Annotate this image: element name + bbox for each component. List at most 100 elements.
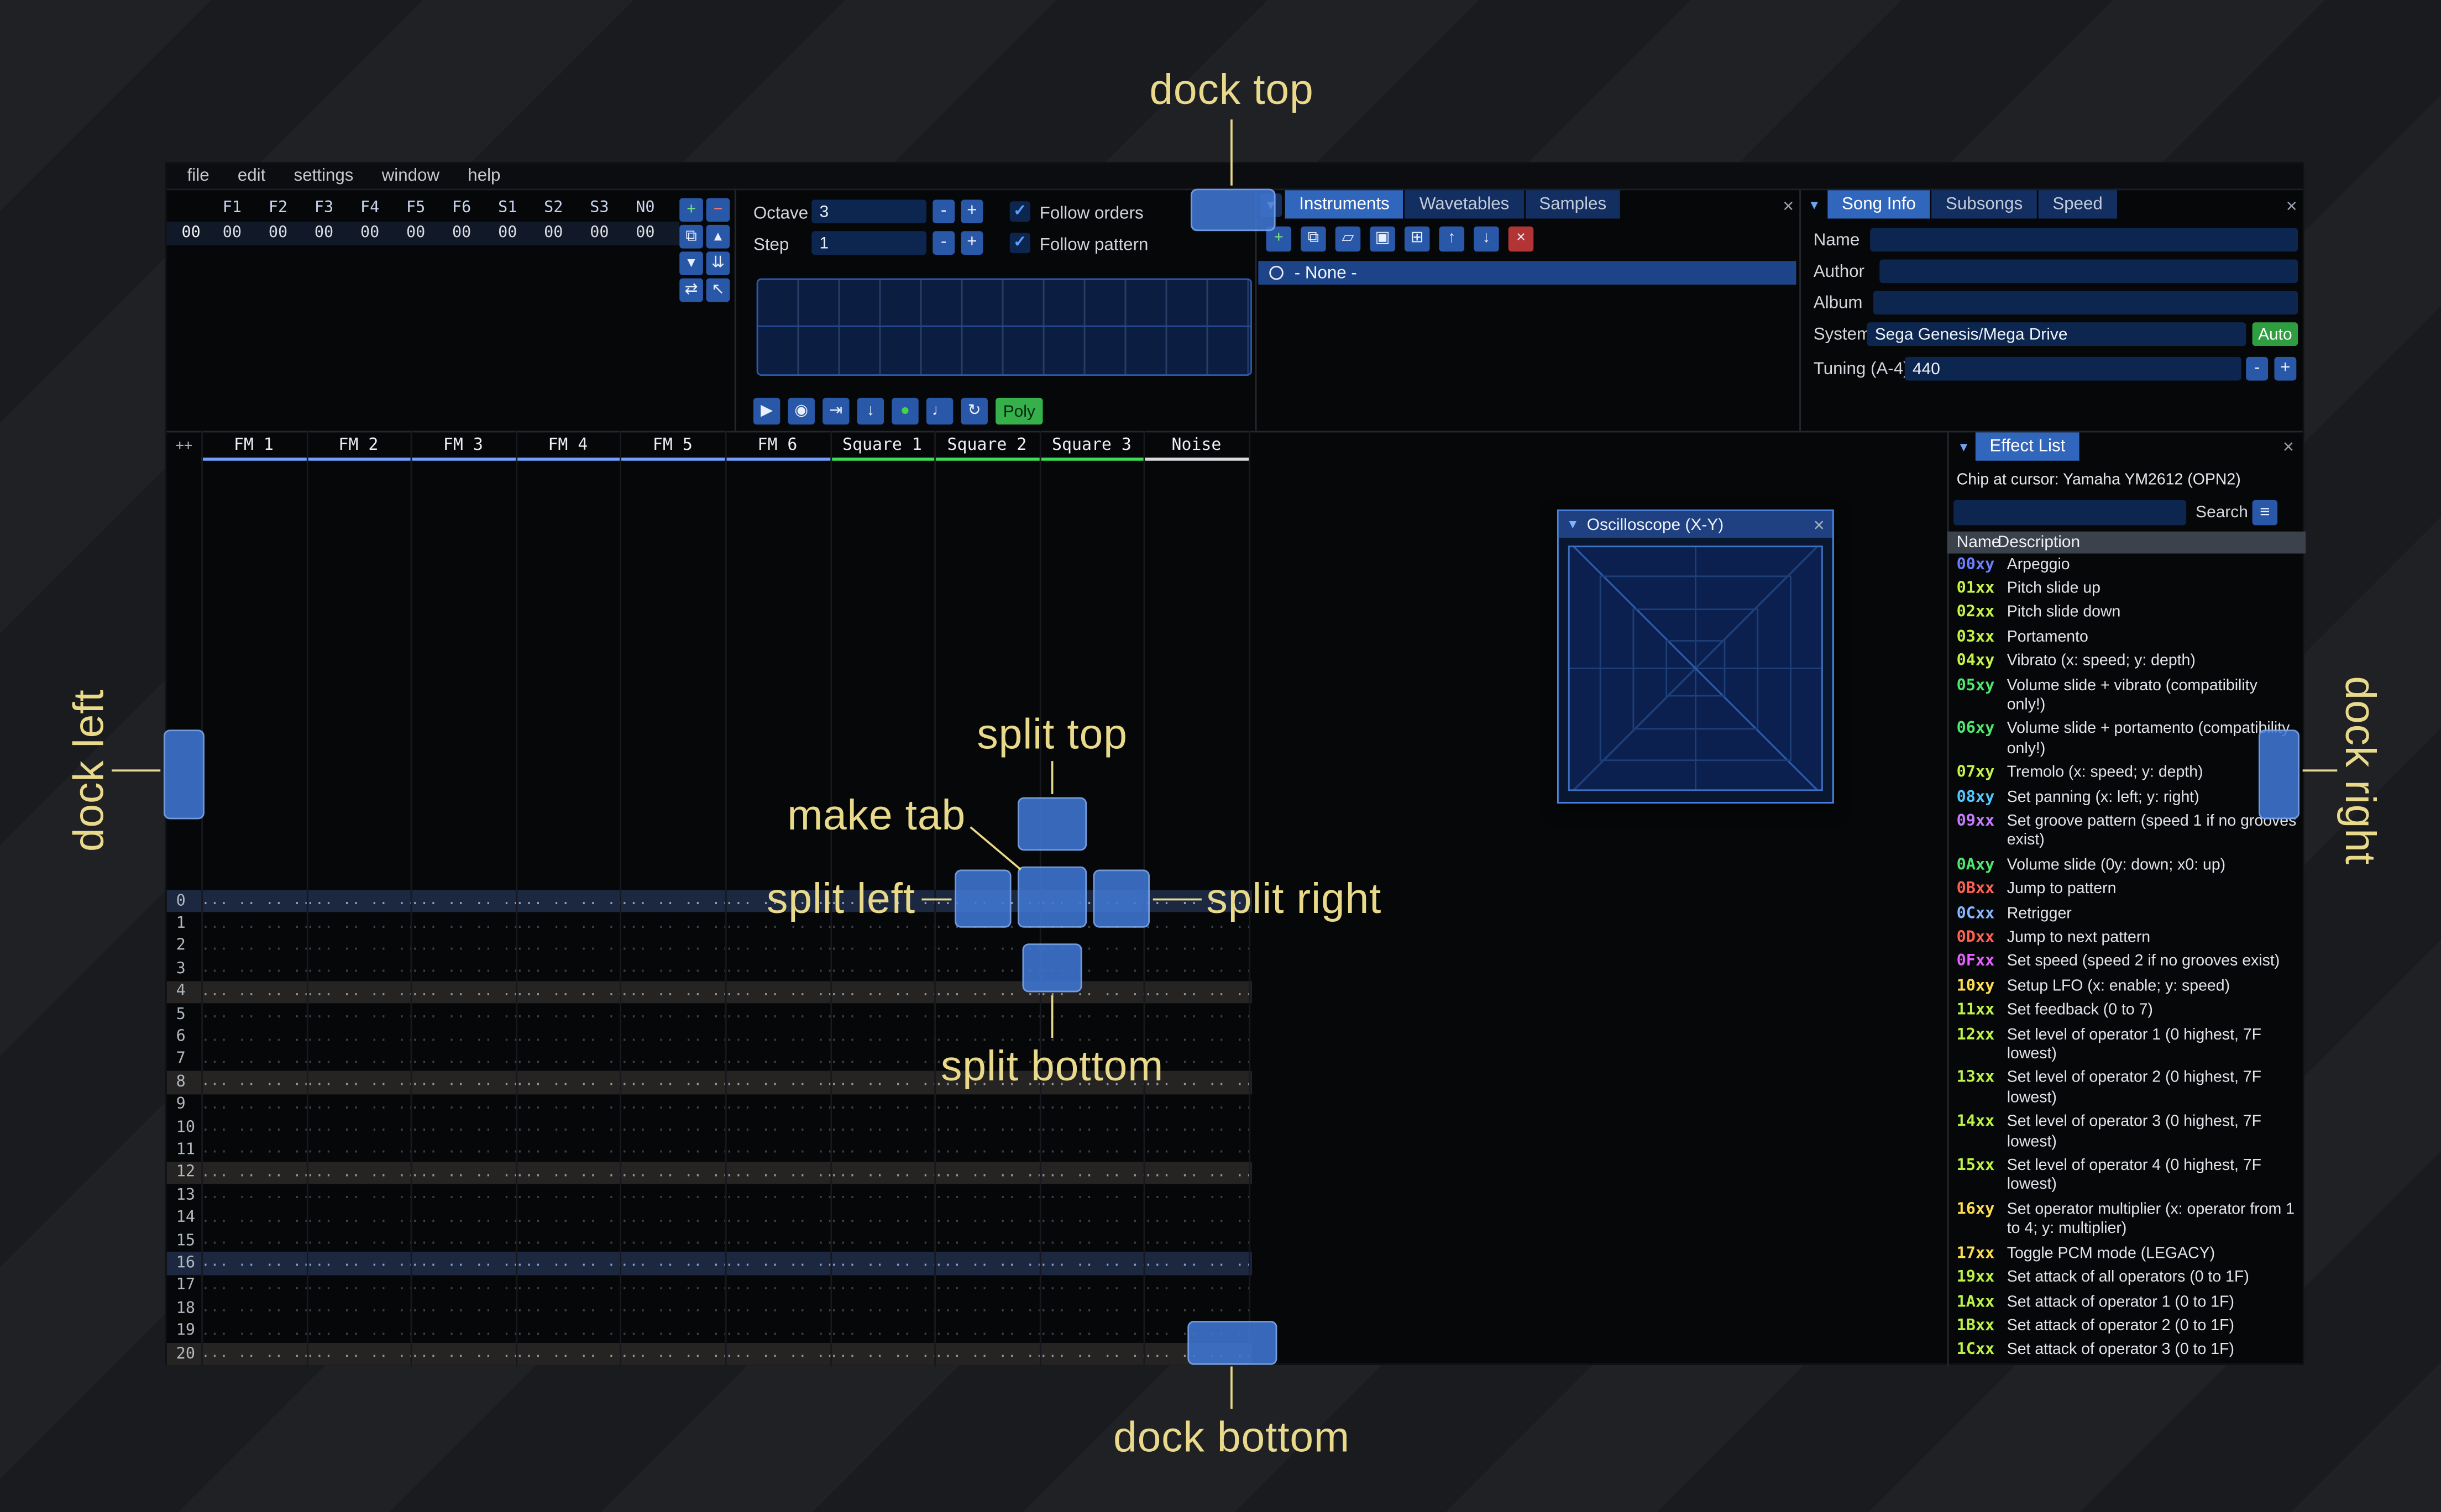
pattern-cell[interactable]: ... .. .. .. (830, 1006, 934, 1022)
pattern-cell[interactable]: ... .. .. .. (201, 1324, 306, 1339)
pattern-row-1[interactable]: 1... .. .. ..... .. .. ..... .. .. .....… (167, 912, 1252, 935)
play-button[interactable]: ▶ (753, 397, 781, 425)
effect-row-19xx[interactable]: 19xx Set attack of all operators (0 to 1F… (1947, 1267, 2306, 1291)
menu-item-file[interactable]: file (173, 162, 223, 189)
effect-row-14xx[interactable]: 14xx Set level of operator 3 (0 highest, … (1947, 1111, 2306, 1155)
pattern-cell[interactable]: ... .. .. .. (1039, 1346, 1144, 1362)
effect-row-1Axx[interactable]: 1Axx Set attack of operator 1 (0 to 1F) (1947, 1291, 2306, 1315)
pattern-cell[interactable]: ... .. .. .. (516, 1142, 620, 1158)
channel-header-fm-6[interactable]: FM 6 (725, 431, 830, 461)
pattern-cell[interactable]: ... .. .. .. (620, 1324, 725, 1339)
metronome-button[interactable]: ♩ (926, 397, 954, 425)
follow-orders-checkbox[interactable]: ✓ (1009, 201, 1030, 222)
pattern-cell[interactable]: ... .. .. .. (830, 1052, 934, 1067)
oscilloscope-close-icon[interactable]: × (1814, 513, 1825, 536)
remove-order-button[interactable]: − (706, 198, 730, 222)
make-tab-target[interactable] (1017, 866, 1087, 928)
step-one-row-button[interactable]: ↓ (857, 397, 884, 425)
pattern-cell[interactable]: ... .. .. .. (516, 894, 620, 909)
effect-row-0Axy[interactable]: 0Axy Volume slide (0y: down; x0: up) (1947, 854, 2306, 879)
tuning-minus-button[interactable]: - (2246, 356, 2269, 381)
split-target-right[interactable] (1093, 869, 1150, 928)
pattern-cell[interactable]: ... .. .. .. (516, 1029, 620, 1044)
pattern-cell[interactable]: ... .. .. .. (620, 1346, 725, 1362)
pattern-cell[interactable]: ... .. .. .. (516, 1165, 620, 1180)
pattern-cell[interactable]: ... .. .. .. (411, 1301, 515, 1316)
order-value-cell[interactable]: 00 (393, 225, 439, 242)
effect-row-0Cxx[interactable]: 0Cxx Retrigger (1947, 903, 2306, 927)
pattern-cell[interactable]: ... .. .. .. (725, 1278, 830, 1294)
pattern-cell[interactable]: ... .. .. .. (516, 1278, 620, 1294)
pattern-cell[interactable]: ... .. .. .. (725, 1233, 830, 1248)
pattern-row-5[interactable]: 5... .. .. ..... .. .. ..... .. .. .....… (167, 1003, 1252, 1026)
tab-speed[interactable]: Speed (2038, 190, 2117, 219)
pattern-cell[interactable]: ... .. .. .. (411, 1074, 515, 1090)
pattern-cell[interactable]: ... .. .. .. (1144, 1256, 1249, 1271)
effect-row-03xx[interactable]: 03xx Portamento (1947, 626, 2306, 650)
tab-samples[interactable]: Samples (1525, 190, 1621, 219)
pattern-cell[interactable]: ... .. .. .. (1039, 1165, 1144, 1180)
dock-target-right[interactable] (2258, 729, 2299, 820)
piano-upper-octaves[interactable] (758, 280, 1251, 327)
pattern-cell[interactable]: ... .. .. .. (1144, 1233, 1249, 1248)
pattern-cell[interactable]: ... .. .. .. (306, 1346, 411, 1362)
order-value-cell[interactable]: 00 (255, 225, 301, 242)
pattern-cell[interactable]: ... .. .. .. (306, 1165, 411, 1180)
pattern-cell[interactable]: ... .. .. .. (830, 1188, 934, 1203)
poly-mode-button[interactable]: Poly (996, 397, 1043, 425)
pattern-cell[interactable]: ... .. .. .. (725, 984, 830, 1000)
pattern-cell[interactable]: ... .. .. .. (516, 1097, 620, 1112)
pattern-cell[interactable]: ... .. .. .. (201, 939, 306, 954)
pattern-cell[interactable]: ... .. .. .. (306, 1097, 411, 1112)
pattern-cell[interactable]: ... .. .. .. (306, 1256, 411, 1271)
step-plus-button[interactable]: + (961, 231, 983, 255)
album-field[interactable] (1873, 291, 2298, 315)
pattern-cell[interactable]: ... .. .. .. (306, 1052, 411, 1067)
order-value-cell[interactable]: 00 (485, 225, 531, 242)
pattern-cell[interactable]: ... .. .. .. (201, 1301, 306, 1316)
effect-list-close-icon[interactable]: × (2277, 435, 2299, 458)
pattern-cell[interactable]: ... .. .. .. (306, 916, 411, 932)
order-value-cell[interactable]: 00 (347, 225, 393, 242)
pattern-cell[interactable]: ... .. .. .. (201, 1029, 306, 1044)
pattern-cell[interactable]: ... .. .. .. (1144, 1120, 1249, 1135)
pattern-cell[interactable]: ... .. .. .. (306, 1324, 411, 1339)
pattern-cell[interactable]: ... .. .. .. (411, 984, 515, 1000)
effect-row-15xx[interactable]: 15xx Set level of operator 4 (0 highest, … (1947, 1155, 2306, 1199)
pattern-cell[interactable]: ... .. .. .. (935, 1301, 1039, 1316)
pattern-cell[interactable]: ... .. .. .. (1039, 1301, 1144, 1316)
effect-row-08xy[interactable]: 08xy Set panning (x: left; y: right) (1947, 786, 2306, 811)
pattern-cell[interactable]: ... .. .. .. (306, 1142, 411, 1158)
instrument-folders-button[interactable]: ⊞ (1404, 226, 1430, 252)
open-instrument-button[interactable]: ▱ (1335, 226, 1361, 252)
pattern-cell[interactable]: ... .. .. .. (1039, 1097, 1144, 1112)
pattern-row-12[interactable]: 12... .. .. ..... .. .. ..... .. .. ....… (166, 1161, 1252, 1184)
pattern-cell[interactable]: ... .. .. .. (725, 1324, 830, 1339)
octave-input[interactable]: 3 (811, 200, 926, 224)
effect-row-0Fxx[interactable]: 0Fxx Set speed (speed 2 if no grooves exi… (1947, 951, 2306, 975)
pattern-cell[interactable]: ... .. .. .. (411, 939, 515, 954)
pattern-cell[interactable]: ... .. .. .. (725, 1052, 830, 1067)
pattern-cell[interactable]: ... .. .. .. (620, 1278, 725, 1294)
pattern-cell[interactable]: ... .. .. .. (935, 1346, 1039, 1362)
pattern-cell[interactable]: ... .. .. .. (516, 1188, 620, 1203)
dock-target-bottom[interactable] (1187, 1321, 1277, 1365)
pattern-cell[interactable]: ... .. .. .. (201, 1074, 306, 1090)
pattern-cell[interactable]: ... .. .. .. (725, 1029, 830, 1044)
pattern-cell[interactable]: ... .. .. .. (516, 1346, 620, 1362)
effect-row-06xy[interactable]: 06xy Volume slide + portamento (compatibi… (1947, 718, 2306, 762)
effect-row-16xy[interactable]: 16xy Set operator multiplier (x: operator… (1947, 1199, 2306, 1242)
pattern-cell[interactable]: ... .. .. .. (830, 1097, 934, 1112)
oscilloscope-collapse-icon[interactable]: ▼ (1567, 517, 1579, 532)
pattern-cell[interactable]: ... .. .. .. (935, 1278, 1039, 1294)
pattern-cell[interactable]: ... .. .. .. (935, 1233, 1039, 1248)
pattern-row-18[interactable]: 18... .. .. ..... .. .. ..... .. .. ....… (167, 1298, 1252, 1320)
pattern-cell[interactable]: ... .. .. .. (201, 1210, 306, 1226)
pattern-cell[interactable]: ... .. .. .. (830, 1210, 934, 1226)
pattern-cell[interactable]: ... .. .. .. (306, 1006, 411, 1022)
pattern-cell[interactable]: ... .. .. .. (620, 1256, 725, 1271)
pattern-cell[interactable]: ... .. .. .. (516, 1006, 620, 1022)
pattern-cell[interactable]: ... .. .. .. (935, 1120, 1039, 1135)
pattern-cell[interactable]: ... .. .. .. (516, 962, 620, 977)
channel-header-fm-2[interactable]: FM 2 (306, 431, 411, 461)
